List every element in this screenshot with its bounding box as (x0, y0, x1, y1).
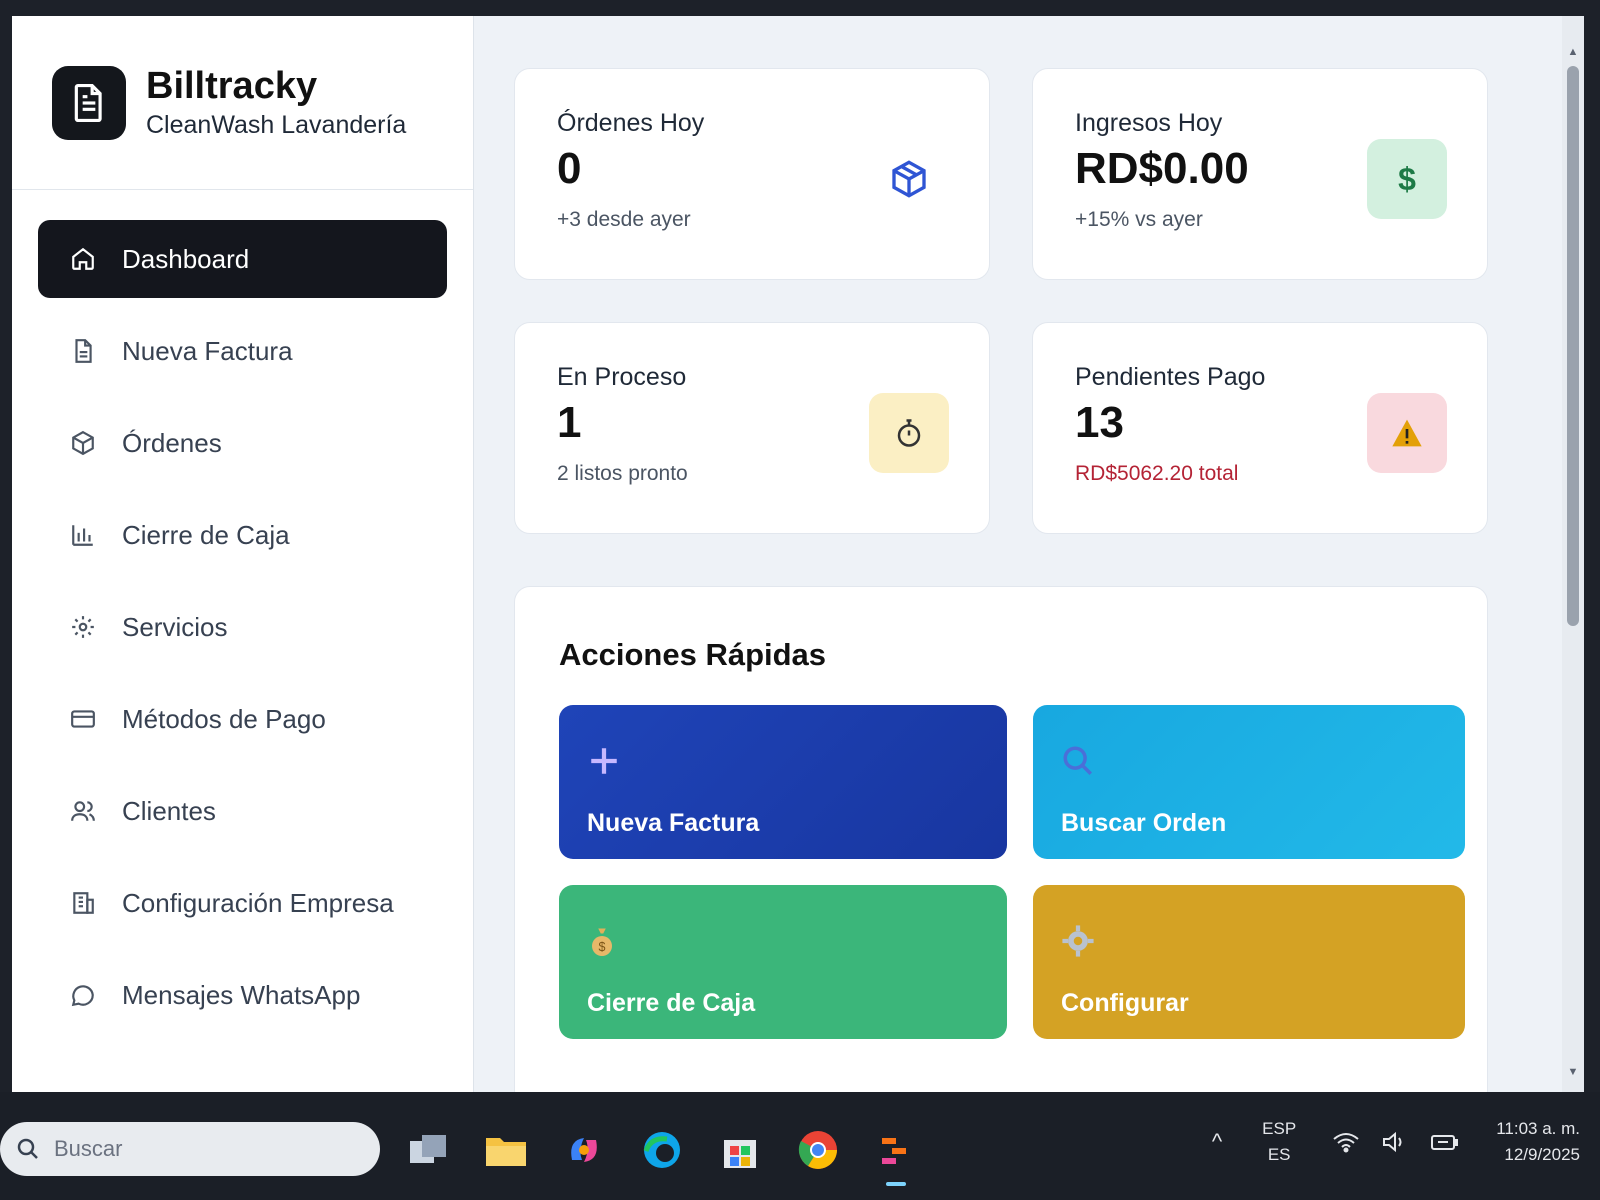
app-name: Billtracky (146, 65, 318, 107)
sidebar-item-label: Nueva Factura (122, 335, 293, 366)
file-explorer-icon[interactable] (478, 1122, 534, 1178)
keyboard-layout: ES (1267, 1145, 1291, 1164)
svg-text:$: $ (599, 940, 606, 954)
dashboard-main: Órdenes Hoy 0 +3 desde ayer Ingresos Hoy… (474, 16, 1584, 1092)
stopwatch-icon (869, 393, 949, 473)
task-view-icon[interactable] (400, 1122, 456, 1178)
battery-icon[interactable] (1430, 1131, 1460, 1153)
volume-icon[interactable] (1382, 1131, 1408, 1153)
nueva-factura-button[interactable]: Nueva Factura (559, 705, 1007, 859)
warning-icon (1367, 393, 1447, 473)
wifi-icon[interactable] (1332, 1131, 1360, 1153)
dollar-icon: $ (1367, 139, 1447, 219)
quick-action-label: Configurar (1061, 989, 1189, 1017)
taskbar: Buscar ^ ESP ES 11:03 a. m. 12/9/2025 (0, 1092, 1600, 1200)
configurar-button[interactable]: Configurar (1033, 885, 1465, 1039)
users-icon (68, 796, 98, 826)
vertical-scrollbar[interactable]: ▲ ▼ (1562, 16, 1584, 1092)
sidebar-item-label: Clientes (122, 795, 216, 826)
chat-bubble-icon (68, 980, 98, 1010)
package-icon (869, 139, 949, 219)
document-logo-icon (52, 65, 126, 140)
app-window: Billtracky CleanWash Lavandería Dashboar… (12, 16, 1584, 1092)
chevron-up-icon[interactable]: ^ (1212, 1129, 1222, 1155)
brand-header: Billtracky CleanWash Lavandería (12, 16, 473, 190)
business-name: CleanWash Lavandería (146, 111, 407, 139)
quick-actions-grid: Nueva Factura Buscar Orden $ Cierre de C… (559, 705, 1465, 1039)
buscar-orden-button[interactable]: Buscar Orden (1033, 705, 1465, 859)
quick-actions-panel: Acciones Rápidas Nueva Factura Buscar Or… (514, 586, 1488, 1092)
sidebar-item-configuracion-empresa[interactable]: Configuración Empresa (38, 864, 447, 942)
scroll-down-arrow-icon[interactable]: ▼ (1567, 1066, 1579, 1080)
sidebar-item-label: Mensajes WhatsApp (122, 979, 361, 1010)
search-icon (16, 1137, 40, 1161)
sidebar-item-label: Servicios (122, 611, 228, 642)
language-code: ESP (1262, 1119, 1297, 1138)
sidebar-nav: Dashboard Nueva Factura Órdenes Cierre d… (12, 190, 473, 1034)
sidebar-item-dashboard[interactable]: Dashboard (38, 220, 447, 298)
billtracky-app-icon[interactable] (868, 1122, 924, 1186)
credit-card-icon (68, 704, 98, 734)
sidebar-item-nueva-factura[interactable]: Nueva Factura (38, 312, 447, 390)
stat-card-ingresos-hoy: Ingresos Hoy RD$0.00 +15% vs ayer $ (1032, 68, 1488, 280)
quick-action-label: Cierre de Caja (587, 989, 756, 1017)
sidebar: Billtracky CleanWash Lavandería Dashboar… (12, 16, 474, 1092)
stat-card-ordenes-hoy: Órdenes Hoy 0 +3 desde ayer (514, 68, 990, 280)
cierre-de-caja-button[interactable]: $ Cierre de Caja (559, 885, 1007, 1039)
sidebar-item-label: Configuración Empresa (122, 887, 394, 918)
plus-icon (587, 741, 627, 781)
chrome-browser-icon[interactable] (790, 1122, 846, 1178)
bar-chart-icon (68, 520, 98, 550)
quick-action-label: Nueva Factura (587, 809, 760, 837)
sidebar-item-cierre-de-caja[interactable]: Cierre de Caja (38, 496, 447, 574)
scroll-thumb[interactable] (1567, 66, 1579, 626)
taskbar-apps (400, 1122, 946, 1186)
search-icon (1061, 741, 1101, 781)
clock-date: 12/9/2025 (1504, 1145, 1580, 1164)
clock[interactable]: 11:03 a. m. 12/9/2025 (1496, 1116, 1580, 1168)
microsoft-store-icon[interactable] (712, 1122, 768, 1178)
home-icon (68, 244, 98, 274)
sidebar-item-label: Métodos de Pago (122, 703, 326, 734)
sidebar-item-servicios[interactable]: Servicios (38, 588, 447, 666)
sidebar-item-label: Dashboard (122, 243, 250, 274)
stats-grid: Órdenes Hoy 0 +3 desde ayer Ingresos Hoy… (514, 68, 1584, 534)
input-language[interactable]: ESP ES (1262, 1116, 1296, 1168)
sidebar-item-ordenes[interactable]: Órdenes (38, 404, 447, 482)
stat-title: En Proceso (557, 363, 687, 391)
taskbar-search[interactable]: Buscar (0, 1122, 380, 1176)
gear-icon (68, 612, 98, 642)
gear-icon (1061, 921, 1101, 961)
scroll-up-arrow-icon[interactable]: ▲ (1567, 46, 1579, 60)
taskbar-search-placeholder: Buscar (54, 1136, 123, 1161)
building-icon (68, 888, 98, 918)
sidebar-item-metodos-de-pago[interactable]: Métodos de Pago (38, 680, 447, 758)
stat-title: Ingresos Hoy (1075, 109, 1223, 137)
quick-action-label: Buscar Orden (1061, 809, 1227, 837)
edge-browser-icon[interactable] (634, 1122, 690, 1178)
stat-title: Órdenes Hoy (557, 109, 705, 137)
money-bag-icon: $ (587, 921, 627, 961)
clock-time: 11:03 a. m. (1496, 1119, 1580, 1138)
stat-card-pendientes-pago: Pendientes Pago 13 RD$5062.20 total (1032, 322, 1488, 534)
package-icon (68, 428, 98, 458)
stat-card-en-proceso: En Proceso 1 2 listos pronto (514, 322, 990, 534)
copilot-icon[interactable] (556, 1122, 612, 1178)
document-icon (68, 336, 98, 366)
sidebar-item-label: Cierre de Caja (122, 519, 290, 550)
sidebar-item-label: Órdenes (122, 427, 222, 458)
quick-actions-title: Acciones Rápidas (559, 637, 827, 672)
stat-title: Pendientes Pago (1075, 363, 1266, 391)
sidebar-item-mensajes-whatsapp[interactable]: Mensajes WhatsApp (38, 956, 447, 1034)
sidebar-item-clientes[interactable]: Clientes (38, 772, 447, 850)
system-tray: ^ ESP ES 11:03 a. m. 12/9/2025 (1212, 1116, 1580, 1168)
